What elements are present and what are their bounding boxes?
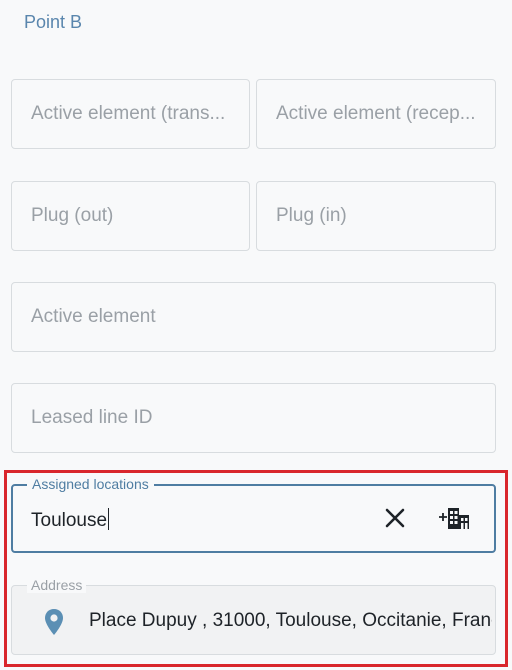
add-building-icon bbox=[439, 508, 469, 529]
address-value: Place Dupuy , 31000, Toulouse, Occitanie… bbox=[89, 610, 492, 631]
leased-line-id-field[interactable]: Leased line ID bbox=[11, 383, 496, 453]
field-placeholder: Plug (out) bbox=[31, 205, 114, 226]
field-placeholder: Plug (in) bbox=[276, 205, 347, 226]
assigned-locations-input[interactable]: Toulouse bbox=[31, 508, 110, 532]
close-icon bbox=[385, 508, 405, 528]
plug-in-field[interactable]: Plug (in) bbox=[256, 181, 496, 251]
active-element-field[interactable]: Active element bbox=[11, 282, 496, 352]
field-placeholder: Active element bbox=[31, 306, 156, 327]
location-pin-icon bbox=[45, 609, 63, 635]
field-placeholder: Leased line ID bbox=[31, 407, 153, 428]
text-caret bbox=[108, 508, 110, 530]
clear-button[interactable] bbox=[381, 504, 409, 532]
assigned-locations-field[interactable]: Assigned locations Toulouse bbox=[11, 476, 496, 553]
assigned-locations-value: Toulouse bbox=[31, 510, 108, 531]
address-label: Address bbox=[27, 577, 87, 593]
point-b-form: Point B Active element (trans... Active … bbox=[0, 0, 512, 670]
plug-out-field[interactable]: Plug (out) bbox=[11, 181, 250, 251]
section-title: Point B bbox=[24, 12, 83, 32]
assigned-locations-label: Assigned locations bbox=[27, 476, 154, 492]
address-field: Address Place Dupuy , 31000, Toulouse, O… bbox=[11, 577, 496, 655]
field-placeholder: Active element (trans... bbox=[31, 103, 226, 124]
active-element-receiver-field[interactable]: Active element (recep... bbox=[256, 79, 496, 149]
active-element-transmitter-field[interactable]: Active element (trans... bbox=[11, 79, 250, 149]
add-location-button[interactable] bbox=[435, 504, 475, 534]
field-placeholder: Active element (recep... bbox=[276, 103, 476, 124]
